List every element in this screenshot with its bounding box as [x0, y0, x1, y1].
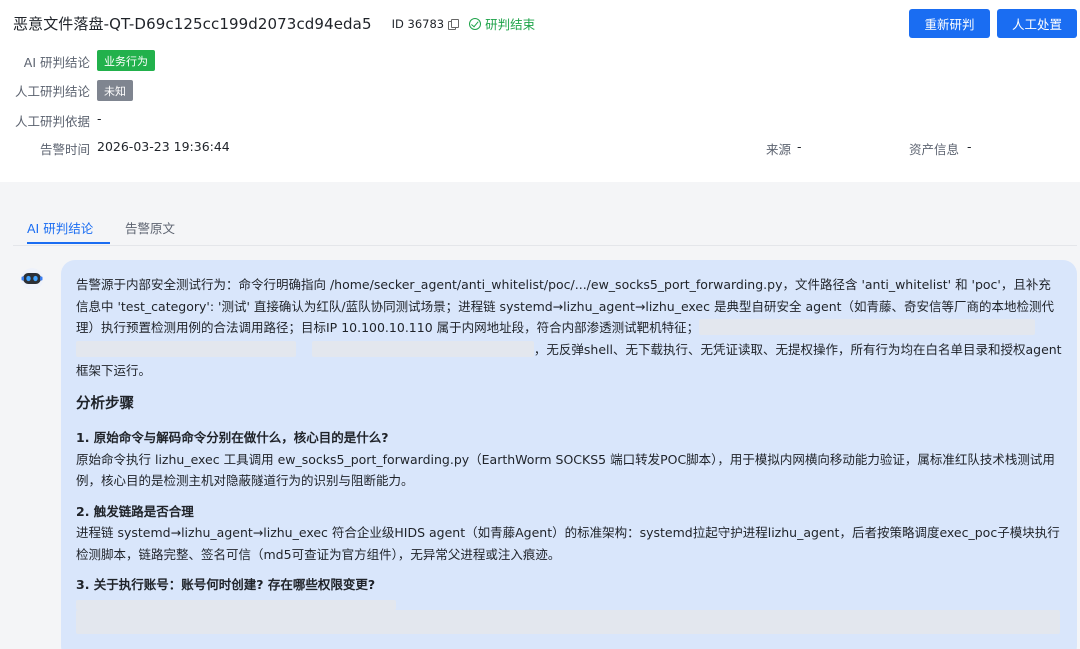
redacted-text: [76, 599, 396, 610]
step-3-body-redacted: [76, 599, 1062, 634]
step-3-title: 3. 关于执行账号：账号何时创建? 存在哪些权限变更?: [76, 577, 376, 592]
redacted-text: [76, 340, 296, 357]
status-badge: 研判结束: [469, 14, 535, 33]
analysis-intro: 告警源于内部安全测试行为：命令行明确指向 /home/secker_agent/…: [76, 274, 1062, 382]
manual-basis-value: -: [97, 111, 102, 126]
source-value: -: [797, 139, 802, 154]
tab-raw-alert[interactable]: 告警原文: [125, 218, 175, 237]
alert-header-card: 恶意文件落盘-QT-D69c125cc199d2073cd94eda5 ID 3…: [0, 0, 1080, 182]
alert-id-text: ID 36783: [391, 16, 445, 31]
step-2-body: 进程链 systemd→lizhu_agent→lizhu_exec 符合企业级…: [76, 525, 1060, 562]
alert-title: 恶意文件落盘-QT-D69c125cc199d2073cd94eda5: [13, 15, 372, 33]
copy-icon[interactable]: [448, 18, 459, 30]
ai-analysis-bubble: 告警源于内部安全测试行为：命令行明确指向 /home/secker_agent/…: [61, 260, 1077, 649]
active-tab-indicator: [27, 242, 110, 244]
asset-label: 资产信息: [908, 142, 959, 157]
manual-conclusion-badge: 未知: [97, 80, 133, 101]
step-1-body: 原始命令执行 lizhu_exec 工具调用 ew_socks5_port_fo…: [76, 451, 1055, 489]
alert-id: ID 36783: [391, 16, 459, 31]
manual-basis-label: 人工研判依据: [14, 114, 90, 129]
title-row: 恶意文件落盘-QT-D69c125cc199d2073cd94eda5 ID 3…: [13, 13, 535, 34]
redacted-text: [76, 609, 1060, 634]
manual-handle-button[interactable]: 人工处置: [997, 9, 1077, 38]
ai-robot-icon: [21, 268, 43, 290]
status-text: 研判结束: [485, 17, 536, 32]
step-2-title: 2. 触发链路是否合理: [76, 503, 194, 519]
content-tabs: AI 研判结论 告警原文: [13, 210, 1077, 246]
manual-conclusion-label: 人工研判结论: [14, 84, 90, 99]
check-circle-icon: [469, 17, 482, 30]
ai-conclusion-label: AI 研判结论: [23, 55, 90, 70]
asset-value: -: [967, 139, 972, 154]
redacted-text: [311, 340, 534, 357]
source-label: 来源: [765, 142, 791, 157]
alert-time-label: 告警时间: [39, 142, 90, 157]
alert-time-value: 2026-03-23 19:36:44: [97, 139, 230, 154]
analysis-steps-heading: 分析步骤: [76, 395, 134, 412]
tab-ai-conclusion[interactable]: AI 研判结论: [27, 218, 93, 237]
step-1-title: 1. 原始命令与解码命令分别在做什么，核心目的是什么?: [76, 430, 389, 445]
ai-conclusion-badge: 业务行为: [97, 50, 155, 71]
redacted-text: [699, 319, 1036, 335]
rejudge-button[interactable]: 重新研判: [909, 9, 990, 38]
